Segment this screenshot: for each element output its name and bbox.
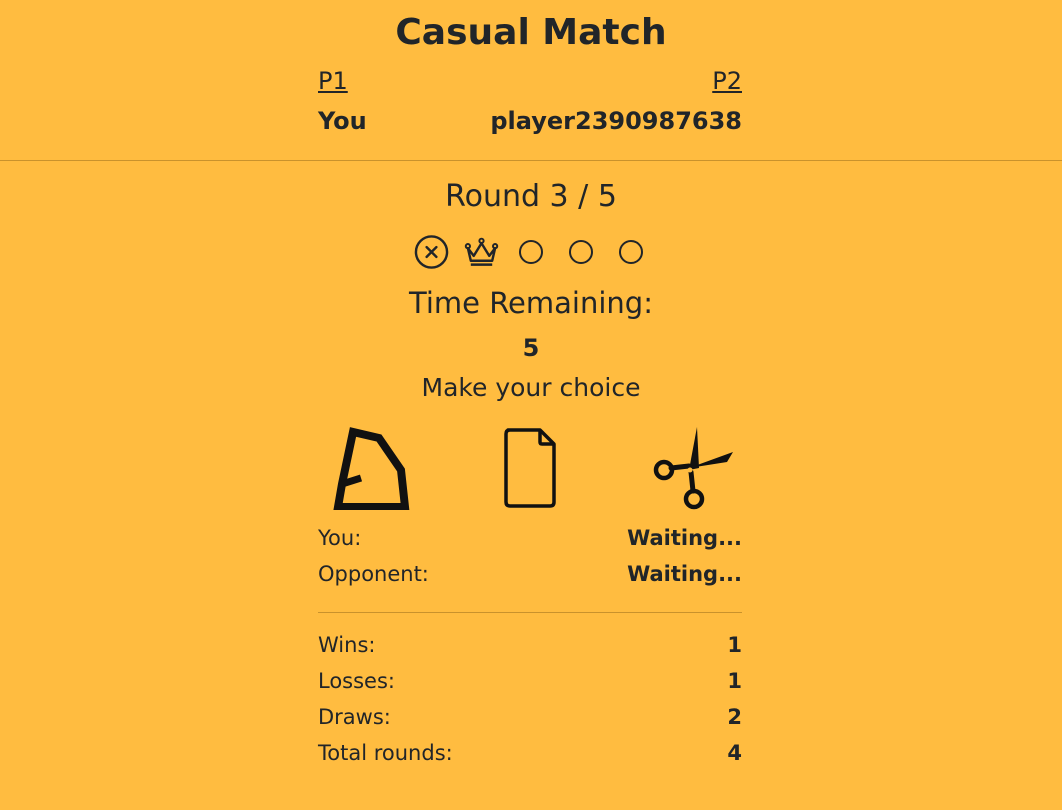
- losses-label: Losses:: [318, 669, 395, 693]
- wins-label: Wins:: [318, 633, 376, 657]
- opponent-status-label: Opponent:: [318, 562, 429, 586]
- choice-prompt: Make your choice: [421, 373, 641, 402]
- win-crown-icon: [464, 233, 499, 271]
- loss-icon: [414, 233, 449, 271]
- round-indicator: Round 3 / 5: [445, 179, 617, 214]
- rock-icon: [333, 427, 410, 510]
- stats-divider: [318, 612, 742, 613]
- total-rounds-row: Total rounds: 4: [318, 735, 742, 771]
- scissors-button[interactable]: [642, 422, 742, 512]
- choice-status: You: Waiting... Opponent: Waiting...: [318, 520, 742, 592]
- match-title: Casual Match: [395, 12, 667, 53]
- draws-row: Draws: 2: [318, 699, 742, 735]
- draws-label: Draws:: [318, 705, 391, 729]
- game-page: Casual Match P1 P2 You player2390987638 …: [0, 0, 1062, 810]
- player-labels-row: P1 P2: [318, 62, 742, 100]
- time-remaining-value: 5: [522, 334, 540, 362]
- p2-link[interactable]: P2: [712, 62, 742, 100]
- players-panel: P1 P2 You player2390987638: [318, 62, 742, 142]
- you-status-value: Waiting...: [627, 526, 742, 550]
- you-status-row: You: Waiting...: [318, 520, 742, 556]
- header-divider: [0, 160, 1062, 161]
- pending-circle-icon: [614, 233, 649, 271]
- time-remaining-label: Time Remaining:: [409, 286, 653, 320]
- draws-value: 2: [727, 705, 742, 729]
- p2-name: player2390987638: [490, 107, 742, 135]
- opponent-status-row: Opponent: Waiting...: [318, 556, 742, 592]
- wins-value: 1: [727, 633, 742, 657]
- pending-circle-icon: [564, 233, 599, 271]
- losses-value: 1: [727, 669, 742, 693]
- round-results: [0, 233, 1062, 271]
- choice-buttons: [318, 422, 742, 512]
- rock-button[interactable]: [318, 422, 418, 512]
- total-rounds-value: 4: [727, 741, 742, 765]
- p1-name: You: [318, 107, 367, 135]
- losses-row: Losses: 1: [318, 663, 742, 699]
- scissors-icon: [653, 427, 733, 510]
- p1-link[interactable]: P1: [318, 62, 348, 100]
- total-rounds-label: Total rounds:: [318, 741, 453, 765]
- wins-row: Wins: 1: [318, 627, 742, 663]
- pending-circle-icon: [514, 233, 549, 271]
- opponent-status-value: Waiting...: [627, 562, 742, 586]
- paper-button[interactable]: [480, 422, 580, 512]
- paper-icon: [504, 428, 556, 508]
- player-names-row: You player2390987638: [318, 100, 742, 142]
- match-stats: Wins: 1 Losses: 1 Draws: 2 Total rounds:…: [318, 627, 742, 771]
- you-status-label: You:: [318, 526, 362, 550]
